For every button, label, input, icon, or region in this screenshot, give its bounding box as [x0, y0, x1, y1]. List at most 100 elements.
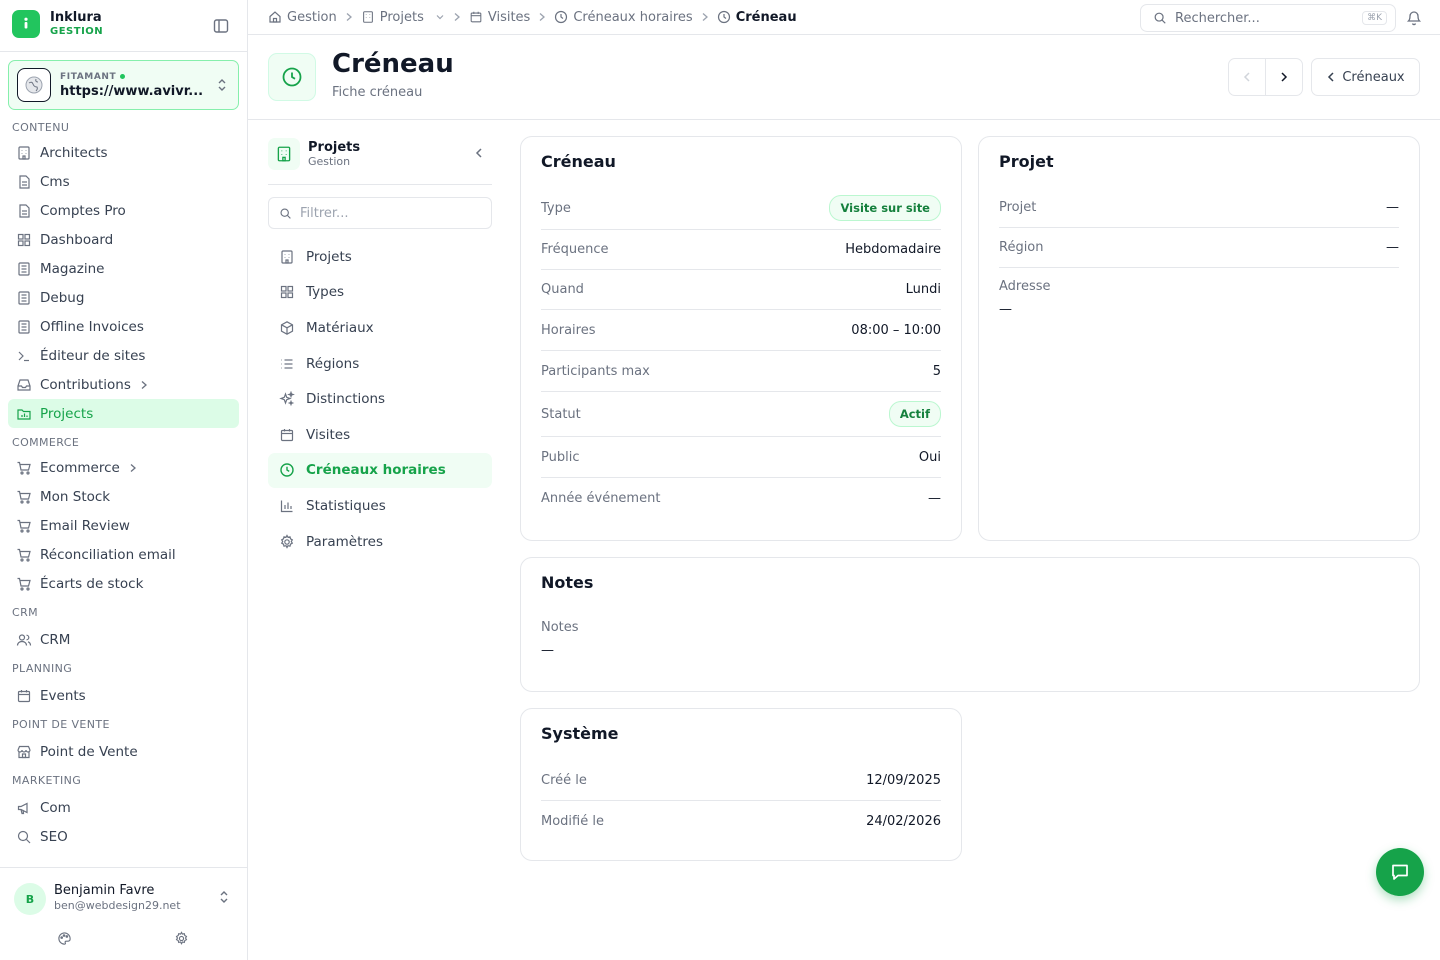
nav-item-email-review[interactable]: Email Review	[8, 511, 239, 540]
back-to-list-button[interactable]: Créneaux	[1311, 58, 1420, 96]
nav-item-mon-stock[interactable]: Mon Stock	[8, 482, 239, 511]
breadcrumb-item-projets[interactable]: Projets	[361, 10, 445, 25]
breadcrumb-item-visites[interactable]: Visites	[469, 10, 530, 25]
module-title: Projets	[308, 140, 361, 155]
previous-record-button[interactable]	[1229, 59, 1266, 95]
main-nav: CONTENU Architects Cms Comptes Pro Dashb…	[0, 118, 247, 868]
nav-label: CRM	[40, 631, 71, 648]
nav-item-projects[interactable]: Projects	[8, 399, 239, 428]
module-item-types[interactable]: Types	[268, 275, 492, 311]
module-item-regions[interactable]: Régions	[268, 346, 492, 382]
nav-item-crm[interactable]: CRM	[8, 625, 239, 654]
nav-item-ecommerce[interactable]: Ecommerce	[8, 453, 239, 482]
brand[interactable]: Inklura GESTION	[12, 10, 103, 38]
field-label: Quand	[541, 282, 584, 297]
next-record-button[interactable]	[1266, 59, 1302, 95]
search-input[interactable]: Rechercher... ⌘K	[1140, 4, 1396, 32]
chevron-down-icon[interactable]	[435, 12, 445, 22]
nav-item-point-de-vente[interactable]: Point de Vente	[8, 737, 239, 766]
field-label: Public	[541, 449, 580, 465]
nav-item-com[interactable]: Com	[8, 793, 239, 822]
module-item-creneaux-horaires[interactable]: Créneaux horaires	[268, 452, 492, 489]
building-icon	[279, 249, 295, 265]
card-title: Projet	[999, 152, 1054, 171]
cart-icon	[16, 518, 32, 534]
module-item-parametres[interactable]: Paramètres	[268, 524, 492, 560]
nav-item-editeur-de-sites[interactable]: Éditeur de sites	[8, 341, 239, 370]
field-label: Adresse	[999, 279, 1051, 294]
avatar: B	[14, 883, 46, 915]
box-icon	[279, 320, 295, 336]
nav-label: Architects	[40, 144, 108, 161]
creneau-card: Créneau Type Visite sur site Fréquence H…	[520, 136, 962, 541]
search-icon	[16, 829, 32, 845]
cart-icon	[16, 576, 32, 592]
breadcrumb-item-current: Créneau	[717, 10, 797, 25]
breadcrumb-item-creneaux-horaires[interactable]: Créneaux horaires	[554, 10, 693, 25]
bell-icon[interactable]	[1406, 9, 1422, 26]
user-menu[interactable]: B Benjamin Favre ben@webdesign29.net	[0, 867, 247, 960]
module-item-statistiques[interactable]: Statistiques	[268, 488, 492, 524]
field-label: Région	[999, 240, 1044, 255]
building-icon	[268, 138, 300, 170]
module-item-materiaux[interactable]: Matériaux	[268, 310, 492, 346]
filter-input[interactable]: Filtrer...	[268, 197, 492, 229]
building-icon	[361, 10, 375, 24]
nav-item-reconciliation-email[interactable]: Réconciliation email	[8, 540, 239, 569]
nav-item-comptes-pro[interactable]: Comptes Pro	[8, 196, 239, 225]
site-url: https://www.avivr...	[60, 83, 204, 99]
list-icon	[279, 356, 295, 372]
nav-label: Offline Invoices	[40, 318, 144, 335]
clock-icon	[268, 53, 316, 101]
card-title: Créneau	[541, 152, 616, 171]
field-label: Notes	[541, 620, 579, 635]
field-annee-evenement: Année événement —	[541, 478, 941, 519]
nav-item-architects[interactable]: Architects	[8, 138, 239, 167]
nav-item-ecarts-de-stock[interactable]: Écarts de stock	[8, 569, 239, 598]
nav-item-dashboard[interactable]: Dashboard	[8, 225, 239, 254]
nav-item-cms[interactable]: Cms	[8, 167, 239, 196]
nav-item-seo[interactable]: SEO	[8, 822, 239, 851]
nav-item-events[interactable]: Events	[8, 681, 239, 710]
palette-icon[interactable]	[57, 931, 72, 946]
grid-icon	[279, 284, 295, 300]
module-item-distinctions[interactable]: Distinctions	[268, 381, 492, 417]
nav-item-debug[interactable]: Debug	[8, 283, 239, 312]
field-public: Public Oui	[541, 437, 941, 478]
field-value: 5	[932, 363, 941, 379]
nav-label: Magazine	[40, 260, 105, 277]
cart-icon	[16, 547, 32, 563]
site-switcher[interactable]: FITAMANT https://www.avivr...	[8, 60, 239, 110]
breadcrumb: Gestion Projets Visites Créneaux horaire…	[268, 0, 797, 34]
field-quand: Quand Lundi	[541, 270, 941, 310]
nav-item-magazine[interactable]: Magazine	[8, 254, 239, 283]
chevron-updown-icon[interactable]	[218, 890, 230, 904]
field-modifie-le: Modifié le 24/02/2026	[541, 801, 941, 842]
store-icon	[16, 744, 32, 760]
chat-button[interactable]	[1376, 848, 1424, 896]
sidebar-toggle-icon[interactable]	[212, 17, 230, 35]
module-item-visites[interactable]: Visites	[268, 417, 492, 453]
nav-label: Point de Vente	[40, 743, 138, 760]
gear-icon[interactable]	[174, 931, 189, 946]
field-label: Modifié le	[541, 814, 604, 829]
chevron-left-icon	[1326, 71, 1336, 83]
card-title: Notes	[541, 573, 594, 592]
divider	[0, 51, 247, 52]
breadcrumb-item-gestion[interactable]: Gestion	[268, 10, 337, 25]
cart-icon	[16, 460, 32, 476]
building-icon	[16, 145, 32, 161]
nav-item-offline-invoices[interactable]: Offline Invoices	[8, 312, 239, 341]
field-value: 24/02/2026	[866, 814, 941, 829]
field-value: —	[999, 302, 1012, 317]
page-subtitle: Fiche créneau	[332, 85, 423, 100]
field-region: Région —	[999, 228, 1399, 268]
user-email: ben@webdesign29.net	[54, 899, 181, 912]
chevron-left-icon[interactable]	[474, 147, 484, 159]
field-type: Type Visite sur site	[541, 187, 941, 230]
clock-icon	[717, 10, 731, 24]
nav-item-contributions[interactable]: Contributions	[8, 370, 239, 399]
field-label: Créé le	[541, 772, 587, 788]
systeme-card: Système Créé le 12/09/2025 Modifié le 24…	[520, 708, 962, 861]
module-item-projets[interactable]: Projets	[268, 239, 492, 275]
